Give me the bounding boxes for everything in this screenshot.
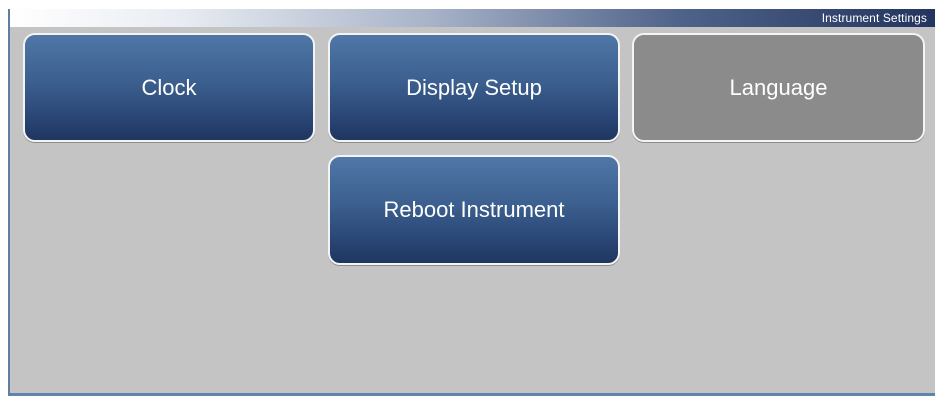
instrument-settings-screen: Instrument Settings Clock Display Setup …	[8, 9, 935, 396]
clock-button[interactable]: Clock	[23, 33, 315, 142]
language-button: Language	[632, 33, 925, 142]
screen-title: Instrument Settings	[821, 11, 927, 25]
display-setup-button[interactable]: Display Setup	[328, 33, 620, 142]
title-bar: Instrument Settings	[10, 9, 935, 27]
reboot-instrument-button[interactable]: Reboot Instrument	[328, 155, 620, 265]
